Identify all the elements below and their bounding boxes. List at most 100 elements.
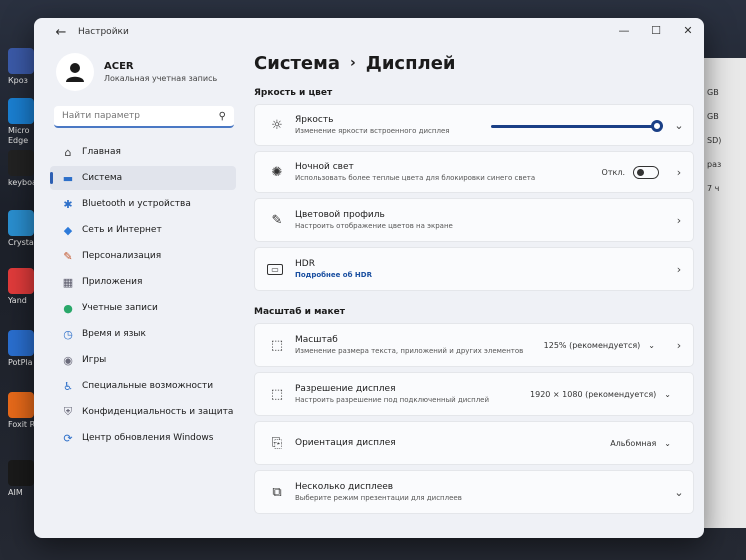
search-box[interactable]: ⚲ — [54, 106, 234, 128]
chevron-right-icon[interactable]: › — [665, 263, 693, 276]
brush-icon: ✎ — [63, 249, 73, 263]
chevron-down-icon[interactable]: ⌄ — [665, 486, 693, 499]
color-profile-subtitle: Настроить отображение цветов на экране — [295, 222, 453, 230]
sidebar-item-update[interactable]: ⟳ Центр обновления Windows — [50, 426, 236, 450]
sidebar-item-label: Bluetooth и устройства — [82, 199, 191, 209]
sidebar-item-brush[interactable]: ✎ Персонализация — [50, 244, 236, 268]
minimize-button[interactable]: — — [608, 18, 640, 42]
orientation-value: Альбомная — [610, 438, 657, 448]
sidebar-item-label: Персонализация — [82, 251, 162, 261]
sidebar-item-bluetooth[interactable]: ✱ Bluetooth и устройства — [50, 192, 236, 216]
multiple-displays-title: Несколько дисплеев — [295, 482, 394, 492]
sidebar-item-accessibility[interactable]: ♿ Специальные возможности — [50, 374, 236, 398]
app-title: Настройки — [78, 27, 129, 37]
sidebar-item-label: Игры — [82, 355, 107, 365]
breadcrumb-separator: › — [350, 55, 356, 71]
profile[interactable]: ACER Локальная учетная запись — [56, 50, 238, 94]
maximize-button[interactable]: ☐ — [640, 18, 672, 42]
sidebar-item-label: Приложения — [82, 277, 143, 287]
breadcrumb-parent[interactable]: Система — [254, 53, 340, 74]
sidebar-item-home[interactable]: ⌂ Главная — [50, 140, 236, 164]
brightness-title: Яркость — [295, 115, 334, 125]
multiple-displays-icon: ⧉ — [272, 484, 282, 500]
sidebar-item-apps[interactable]: ▦ Приложения — [50, 270, 236, 294]
shield-icon: ⛨ — [63, 405, 73, 418]
scale-title: Масштаб — [295, 335, 338, 345]
close-button[interactable]: ✕ — [672, 18, 704, 42]
chevron-right-icon[interactable]: › — [665, 166, 693, 179]
color-profile-icon: ✎ — [271, 212, 283, 228]
background-text: SD) — [707, 136, 722, 145]
orientation-icon: ⎘ — [271, 435, 283, 451]
orientation-title: Ориентация дисплея — [295, 438, 396, 448]
profile-subtitle: Локальная учетная запись — [104, 74, 218, 83]
system-icon: ▬ — [62, 171, 74, 185]
resolution-dropdown[interactable]: 1920 × 1080 (рекомендуется) ⌄ — [524, 384, 677, 404]
orientation-dropdown[interactable]: Альбомная ⌄ — [604, 433, 677, 453]
sidebar-item-label: Время и язык — [82, 329, 146, 339]
brightness-slider-thumb[interactable] — [651, 120, 663, 132]
sidebar-nav: ⌂ Главная ▬ Система ✱ Bluetooth и устройства ◆… — [48, 140, 238, 450]
back-button[interactable]: ← — [46, 20, 76, 44]
orientation-card[interactable]: ⎘ Ориентация дисплея Альбомная ⌄ — [254, 421, 694, 465]
sidebar-item-label: Система — [82, 173, 123, 183]
search-icon: ⚲ — [218, 110, 226, 122]
app-icon — [8, 150, 34, 176]
sidebar-item-shield[interactable]: ⛨ Конфиденциальность и защита — [50, 400, 236, 424]
hdr-icon: ▭ — [267, 263, 283, 275]
night-light-toggle[interactable] — [633, 165, 659, 179]
home-icon: ⌂ — [64, 145, 72, 159]
search-input[interactable] — [62, 111, 219, 121]
color-profile-title: Цветовой профиль — [295, 210, 385, 220]
app-icon — [8, 98, 34, 124]
page-title: Дисплей — [365, 52, 456, 74]
network-icon: ◆ — [63, 223, 73, 237]
sidebar-item-label: Сеть и Интернет — [82, 225, 162, 235]
chevron-down-icon: ⌄ — [648, 340, 655, 350]
section-title-scale: Масштаб и макет — [254, 307, 345, 317]
sidebar-item-system[interactable]: ▬ Система — [50, 166, 236, 190]
minimize-icon: — — [618, 23, 630, 37]
hdr-link[interactable]: Подробнее об HDR — [295, 271, 665, 279]
brightness-card[interactable]: ☼ Яркость Изменение яркости встроенного … — [254, 104, 694, 146]
apps-icon: ▦ — [62, 275, 74, 289]
title-bar: ← Настройки — ☐ ✕ — [34, 18, 704, 46]
chevron-down-icon[interactable]: ⌄ — [665, 119, 693, 132]
sidebar-item-gamepad[interactable]: ◉ Игры — [50, 348, 236, 372]
profile-name: ACER — [104, 61, 134, 72]
scale-card[interactable]: ⬚ Масштаб Изменение размера текста, прил… — [254, 323, 694, 367]
background-text: GB — [707, 112, 719, 121]
scale-icon: ⬚ — [270, 337, 284, 353]
update-icon: ⟳ — [63, 431, 73, 445]
brightness-subtitle: Изменение яркости встроенного дисплея — [295, 127, 450, 135]
close-icon: ✕ — [683, 23, 693, 37]
color-profile-card[interactable]: ✎ Цветовой профиль Настроить отображение… — [254, 198, 694, 242]
sidebar-item-label: Центр обновления Windows — [82, 433, 214, 443]
resolution-title: Разрешение дисплея — [295, 384, 396, 394]
clock-globe-icon: ◷ — [63, 327, 73, 341]
chevron-right-icon[interactable]: › — [665, 214, 693, 227]
brightness-slider[interactable] — [491, 125, 657, 128]
night-light-title: Ночной свет — [295, 162, 354, 172]
app-icon — [8, 330, 34, 356]
bluetooth-icon: ✱ — [63, 197, 73, 211]
chevron-right-icon[interactable]: › — [665, 339, 693, 352]
sidebar-item-account[interactable]: ● Учетные записи — [50, 296, 236, 320]
gamepad-icon: ◉ — [63, 353, 73, 367]
arrow-left-icon: ← — [55, 24, 67, 40]
scale-dropdown[interactable]: 125% (рекомендуется) ⌄ — [538, 335, 661, 355]
resolution-value: 1920 × 1080 (рекомендуется) — [530, 389, 657, 399]
hdr-card[interactable]: ▭ HDR Подробнее об HDR › — [254, 247, 694, 291]
hdr-title: HDR — [295, 259, 315, 269]
sidebar-item-network[interactable]: ◆ Сеть и Интернет — [50, 218, 236, 242]
app-icon — [8, 268, 34, 294]
chevron-down-icon: ⌄ — [664, 438, 671, 448]
maximize-icon: ☐ — [651, 23, 661, 37]
resolution-card[interactable]: ⬚ Разрешение дисплея Настроить разрешени… — [254, 372, 694, 416]
background-window: GB GB SD) раз 7 ч — [700, 58, 746, 528]
scale-subtitle: Изменение размера текста, приложений и д… — [295, 347, 524, 355]
sidebar-item-clock-globe[interactable]: ◷ Время и язык — [50, 322, 236, 346]
night-light-card[interactable]: ✺ Ночной свет Использовать более теплые … — [254, 151, 694, 193]
multiple-displays-card[interactable]: ⧉ Несколько дисплеев Выберите режим през… — [254, 470, 694, 514]
account-icon: ● — [63, 301, 73, 315]
